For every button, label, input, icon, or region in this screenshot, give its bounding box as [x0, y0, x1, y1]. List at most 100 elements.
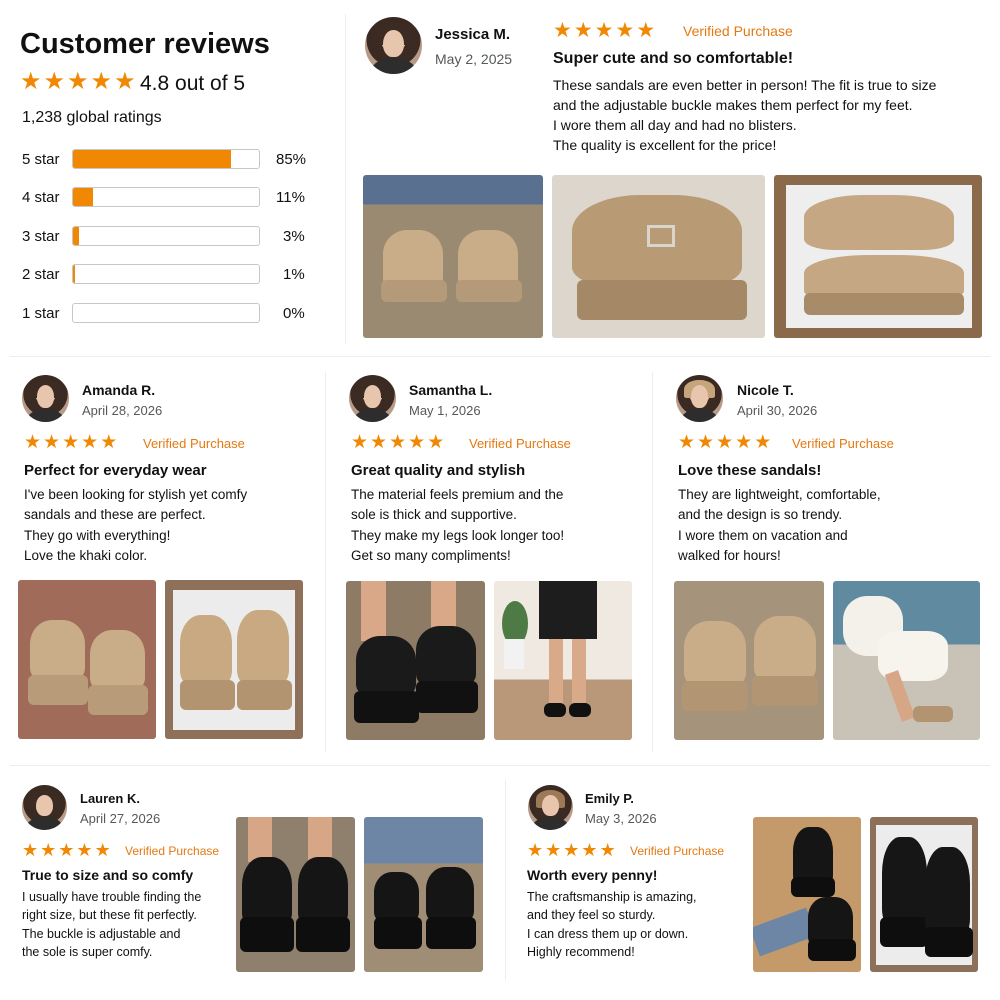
histogram-label[interactable]: 1 star	[22, 305, 60, 322]
histogram-bar[interactable]	[72, 149, 260, 169]
review-body: I've been looking for stylish yet comfy …	[24, 485, 247, 566]
star-icon: ★	[716, 432, 734, 453]
review-photo[interactable]	[870, 817, 978, 972]
review-photo[interactable]	[363, 175, 543, 338]
star-icon: ★	[100, 432, 118, 453]
verified-badge: Verified Purchase	[683, 23, 793, 39]
review-body: The material feels premium and the sole …	[351, 485, 564, 566]
histogram-label[interactable]: 3 star	[22, 228, 60, 245]
review-stars: ★ ★ ★ ★ ★	[22, 841, 111, 859]
review-line: and the design is so trendy.	[678, 507, 843, 523]
star-icon: ★	[81, 432, 99, 453]
review-date: April 30, 2026	[737, 403, 818, 418]
star-icon: ★	[754, 432, 772, 453]
review-line: right size, but these fit perfectly.	[22, 908, 197, 923]
review-photo[interactable]	[364, 817, 483, 972]
star-icon: ★	[735, 432, 753, 453]
star-icon: ★	[527, 840, 544, 860]
star-icon: ★	[40, 840, 57, 860]
review-line: The material feels premium and the	[351, 487, 564, 502]
histogram-bar-fill	[73, 188, 94, 206]
avatar[interactable]	[365, 17, 422, 74]
histogram-bar-fill	[73, 150, 232, 168]
histogram-bar[interactable]	[72, 226, 260, 246]
review-date: May 1, 2026	[409, 403, 481, 418]
review-line: The buckle is adjustable and	[22, 926, 181, 941]
review-photo[interactable]	[236, 817, 355, 972]
avatar[interactable]	[349, 375, 396, 422]
star-icon: ★	[636, 19, 656, 42]
review-title[interactable]: Worth every penny!	[527, 867, 657, 883]
average-stars: ★ ★ ★ ★ ★	[20, 70, 136, 94]
reviewer-name[interactable]: Amanda R.	[82, 382, 155, 398]
review-line: I wore them on vacation and	[678, 527, 848, 543]
review-body: These sandals are even better in person!…	[553, 75, 936, 155]
review-line: They make my legs look longer too!	[351, 527, 565, 543]
reviewer-name[interactable]: Nicole T.	[737, 382, 794, 398]
histogram-percent[interactable]: 11%	[276, 189, 305, 206]
review-photo[interactable]	[833, 581, 980, 740]
histogram-bar[interactable]	[72, 264, 260, 284]
review-line: The quality is excellent for the price!	[553, 137, 777, 153]
star-icon: ★	[594, 19, 614, 42]
divider	[10, 356, 990, 357]
histogram-bar[interactable]	[72, 303, 260, 323]
avatar[interactable]	[528, 785, 573, 830]
review-line: I usually have trouble finding the	[22, 890, 202, 904]
verified-badge: Verified Purchase	[630, 844, 725, 858]
reviewer-name[interactable]: Emily P.	[585, 791, 634, 806]
review-photo[interactable]	[774, 175, 982, 338]
star-icon: ★	[43, 432, 61, 453]
star-icon: ★	[24, 432, 42, 453]
average-rating-text: 4.8 out of 5	[140, 72, 246, 95]
star-icon: ★	[58, 840, 75, 860]
star-icon: ★	[573, 19, 593, 42]
review-line: The craftsmanship is amazing,	[527, 890, 697, 904]
review-photo[interactable]	[552, 175, 765, 338]
histogram-label[interactable]: 4 star	[22, 189, 60, 206]
star-icon: ★	[370, 432, 388, 453]
review-line: I wore them all day and had no blisters.	[553, 117, 797, 133]
review-line: sandals and these are perfect.	[24, 507, 206, 523]
review-photo[interactable]	[165, 580, 303, 739]
star-icon: ★	[22, 840, 39, 860]
review-photo[interactable]	[18, 580, 156, 739]
review-body: The craftsmanship is amazing, and they f…	[527, 888, 697, 961]
global-ratings-count: 1,238 global ratings	[22, 109, 162, 126]
review-title[interactable]: Great quality and stylish	[351, 462, 525, 479]
avatar[interactable]	[22, 375, 69, 422]
histogram-bar-fill	[73, 265, 75, 283]
histogram-bar[interactable]	[72, 187, 260, 207]
reviewer-name[interactable]: Samantha L.	[409, 382, 492, 398]
review-title[interactable]: Super cute and so comfortable!	[553, 50, 793, 68]
histogram-percent[interactable]: 3%	[283, 228, 305, 245]
star-icon: ★	[43, 68, 66, 95]
star-icon: ★	[94, 840, 111, 860]
review-stars: ★ ★ ★ ★ ★	[351, 433, 444, 452]
avatar[interactable]	[22, 785, 67, 830]
review-title[interactable]: Love these sandals!	[678, 462, 821, 479]
histogram-label[interactable]: 2 star	[22, 266, 60, 283]
histogram-percent[interactable]: 85%	[276, 151, 306, 168]
histogram-bar-fill	[73, 227, 79, 245]
review-title[interactable]: True to size and so comfy	[22, 867, 193, 883]
histogram-label[interactable]: 5 star	[22, 151, 60, 168]
review-line: Highly recommend!	[527, 944, 635, 959]
review-photo[interactable]	[346, 581, 485, 740]
reviewer-name[interactable]: Lauren K.	[80, 791, 140, 806]
reviewer-name[interactable]: Jessica M.	[435, 26, 510, 43]
review-line: I can dress them up or down.	[527, 926, 689, 941]
star-icon: ★	[697, 432, 715, 453]
star-icon: ★	[599, 840, 616, 860]
histogram-percent[interactable]: 0%	[283, 305, 305, 322]
review-title[interactable]: Perfect for everyday wear	[24, 462, 207, 479]
review-date: May 3, 2026	[585, 811, 657, 826]
star-icon: ★	[20, 68, 42, 95]
histogram-percent[interactable]: 1%	[283, 266, 305, 283]
review-photo[interactable]	[753, 817, 861, 972]
review-line: the sole is super comfy.	[22, 944, 153, 959]
review-line: sole is thick and supportive.	[351, 507, 517, 523]
avatar[interactable]	[676, 375, 723, 422]
review-photo[interactable]	[674, 581, 824, 740]
review-photo[interactable]	[494, 581, 632, 740]
